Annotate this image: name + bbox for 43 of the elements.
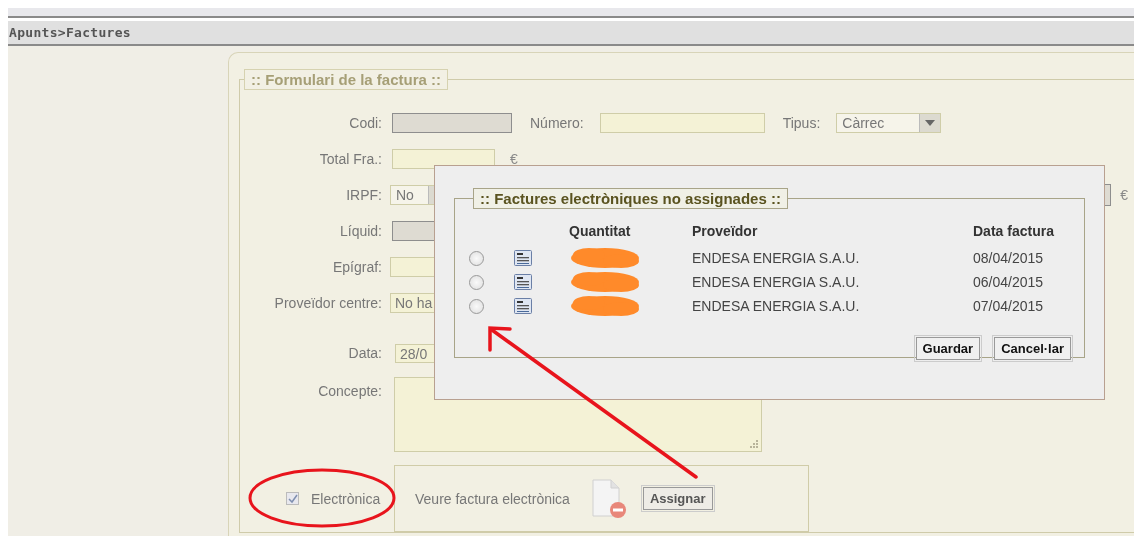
currency-symbol: € [510, 151, 518, 167]
field-label: Data: [347, 345, 382, 361]
redaction-scribble [569, 295, 641, 317]
redaction-scribble [569, 247, 641, 269]
resize-grip-icon [749, 439, 759, 449]
column-header: Proveïdor [692, 223, 759, 241]
checkbox-label: Electrònica [311, 490, 381, 507]
field-label: Epígraf: [331, 259, 382, 275]
table-cell-text: 07/04/2015 [973, 296, 1045, 316]
table-cell-text: ENDESA ENERGIA S.A.U. [692, 272, 861, 292]
column-header: Quantitat [569, 223, 632, 241]
field-label: Concepte: [317, 382, 382, 399]
field-label: Proveïdor centre: [273, 295, 382, 311]
document-remove-icon[interactable] [589, 477, 628, 520]
view-invoice-label: Veure factura electrònica [415, 490, 570, 507]
table-cell-text: 08/04/2015 [973, 248, 1045, 268]
table-cell-text: ENDESA ENERGIA S.A.U. [692, 296, 861, 316]
form-legend: :: Formulari de la factura :: [244, 69, 449, 90]
row-radio[interactable] [469, 250, 484, 266]
assign-button[interactable]: Assignar [642, 487, 713, 510]
table-cell-text: 06/04/2015 [973, 272, 1045, 292]
row-radio[interactable] [469, 274, 484, 290]
document-list-icon[interactable] [514, 298, 532, 314]
number-field[interactable] [599, 113, 765, 133]
row-radio[interactable] [469, 298, 484, 314]
currency-symbol: € [1120, 187, 1128, 203]
cancel-button[interactable]: Cancel·lar [994, 337, 1071, 360]
type-dropdown[interactable]: Càrrec [836, 113, 942, 133]
column-header: Data factura [973, 223, 1055, 241]
field-label: Tipus: [782, 115, 821, 131]
breadcrumb: Apunts>Factures [8, 25, 131, 40]
field-label: Codi: [348, 115, 382, 131]
table-cell-text: ENDESA ENERGIA S.A.U. [692, 248, 861, 268]
field-label: Total Fra.: [318, 151, 382, 167]
save-button[interactable]: Guardar [915, 337, 981, 360]
field-label: Líquid: [338, 223, 382, 239]
redaction-scribble [569, 271, 641, 293]
field-label: Número: [530, 115, 584, 131]
document-list-icon[interactable] [514, 274, 532, 290]
document-list-icon[interactable] [514, 250, 532, 266]
electronic-checkbox[interactable] [286, 492, 299, 505]
field-label: IRPF: [345, 187, 382, 203]
dialog-legend: :: Factures electròniques no assignades :: [473, 188, 788, 209]
